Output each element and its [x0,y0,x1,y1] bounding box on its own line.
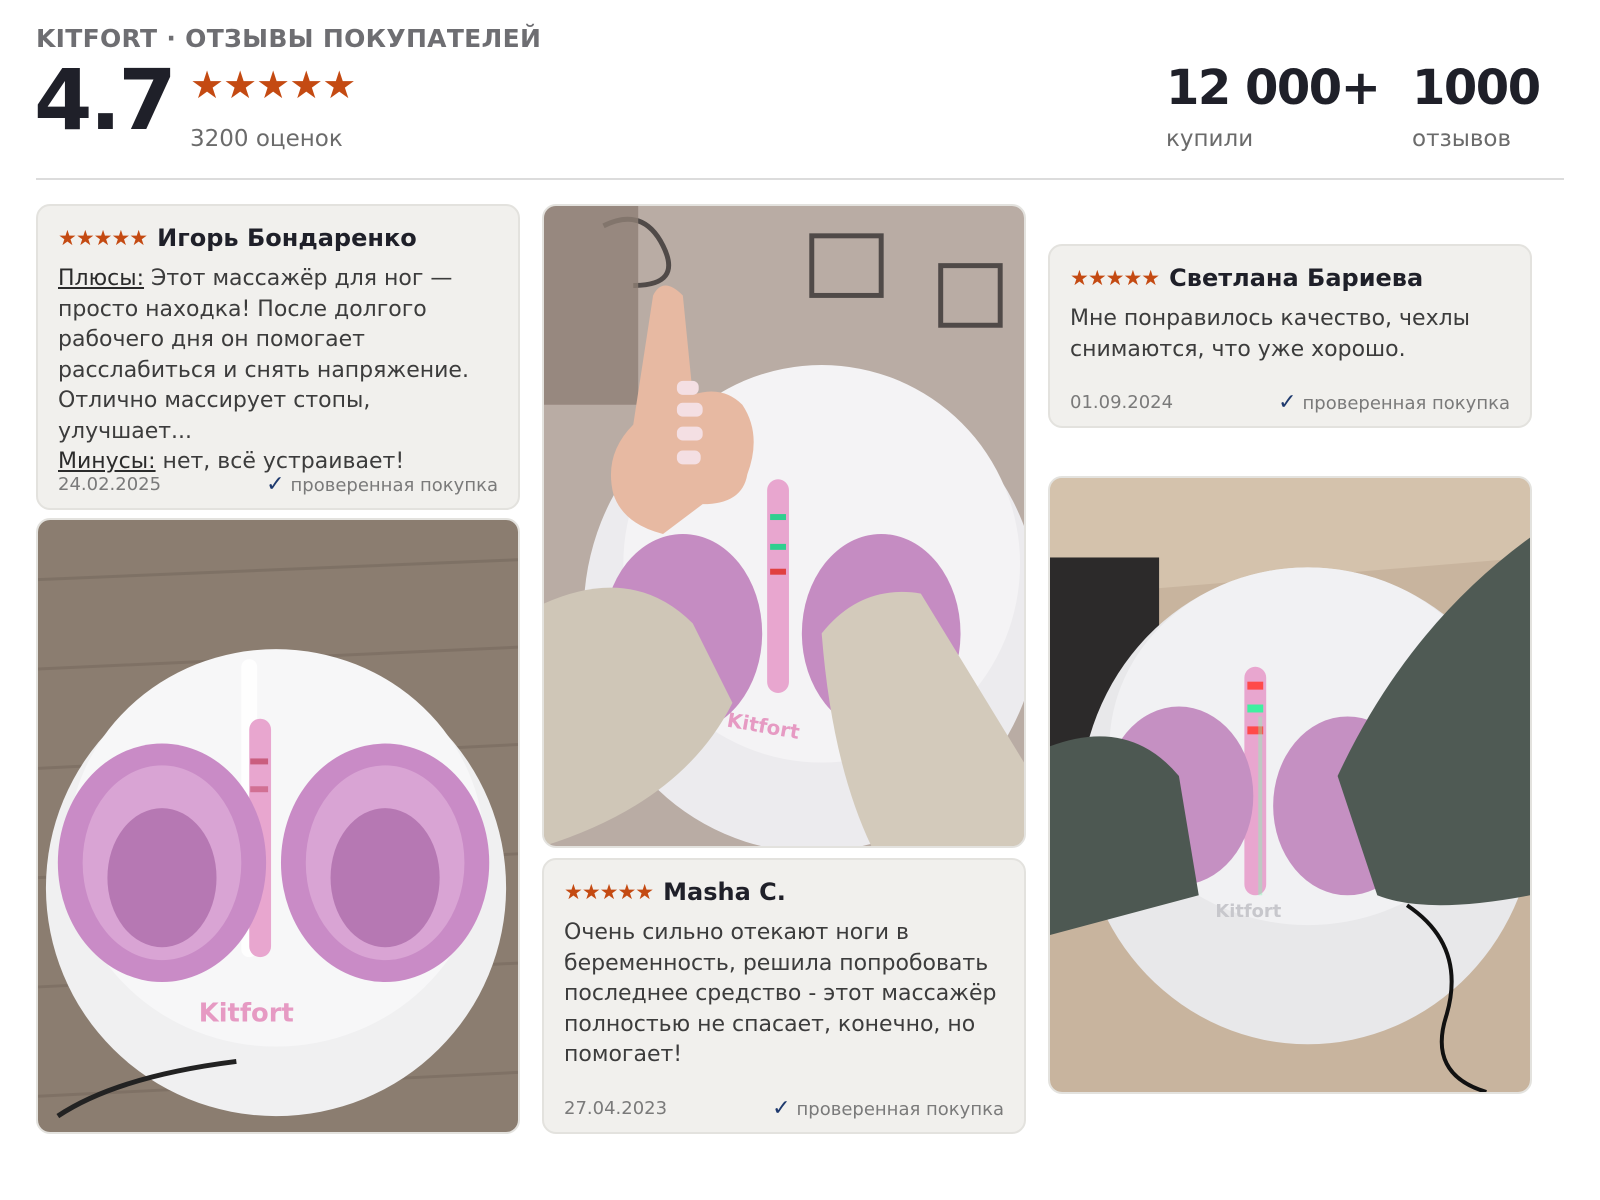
foot-massager-in-use-photo: Kitfort [1050,478,1530,1092]
ratings-count: 3200 оценок [190,126,343,152]
verified-label: проверенная покупка [1302,393,1510,414]
review-author: Светлана Бариева [1169,264,1424,292]
cons-label: Минусы: [58,449,156,474]
review-date: 24.02.2025 [58,474,162,495]
review-stars: ★★★★★ [58,226,148,250]
pros-text: Этот массажёр для ног — просто находка! … [58,266,469,444]
review-text: Очень сильно отекают ноги в беременность… [564,920,997,1067]
review-text: Мне понравилось качество, чехлы снимаютс… [1070,306,1471,362]
stat-bought-label: купили [1166,126,1254,152]
average-rating: 4.7 [34,51,177,149]
review-card-svetlana[interactable]: ★★★★★ Светлана Бариева Мне понравилось к… [1048,244,1532,428]
cons-text: нет, всё устраивает! [155,449,405,474]
review-stars: ★★★★★ [564,880,654,904]
review-header: ★★★★★ Игорь Бондаренко [58,224,417,252]
review-header: ★★★★★ Masha C. [564,878,786,906]
review-stars: ★★★★★ [1070,266,1160,290]
rating-stars: ★★★★★ [190,63,356,107]
checkmark-icon: ✓ [1278,390,1297,415]
review-photo-massager-in-use[interactable]: Kitfort [1048,476,1532,1094]
pros-label: Плюсы: [58,266,145,291]
verified-label: проверенная покупка [290,475,498,496]
photo-logo: Kitfort [199,999,294,1029]
photo-logo-3: Kitfort [1215,901,1281,922]
review-header: ★★★★★ Светлана Бариева [1070,264,1423,292]
verified-badge: ✓ проверенная покупка [772,1096,1004,1121]
checkmark-icon: ✓ [772,1096,791,1121]
stat-bought-value: 12 000+ [1166,60,1381,116]
foot-massager-photo: Kitfort [38,520,518,1132]
verified-label: проверенная покупка [796,1099,1004,1120]
review-card-igor[interactable]: ★★★★★ Игорь Бондаренко Плюсы: Этот масса… [36,204,520,510]
header-divider [36,178,1564,180]
verified-badge: ✓ проверенная покупка [266,472,498,497]
verified-badge: ✓ проверенная покупка [1278,390,1510,415]
review-photo-massager-top[interactable]: Kitfort [36,518,520,1134]
checkmark-icon: ✓ [266,472,285,497]
review-photo-thumbs-up[interactable]: Kitfort [542,204,1026,848]
review-author: Игорь Бондаренко [157,224,417,252]
review-card-masha[interactable]: ★★★★★ Masha C. Очень сильно отекают ноги… [542,858,1026,1134]
stat-reviews-value: 1000 [1412,60,1541,116]
stat-reviews-label: отзывов [1412,126,1512,152]
review-text: Плюсы: Этот массажёр для ног — просто на… [58,264,500,478]
review-date: 01.09.2024 [1070,392,1174,413]
brand-title: KITFORT · ОТЗЫВЫ ПОКУПАТЕЛЕЙ [36,24,542,53]
foot-massager-thumbs-photo: Kitfort [544,206,1024,846]
review-author: Masha C. [663,878,786,906]
review-date: 27.04.2023 [564,1098,668,1119]
